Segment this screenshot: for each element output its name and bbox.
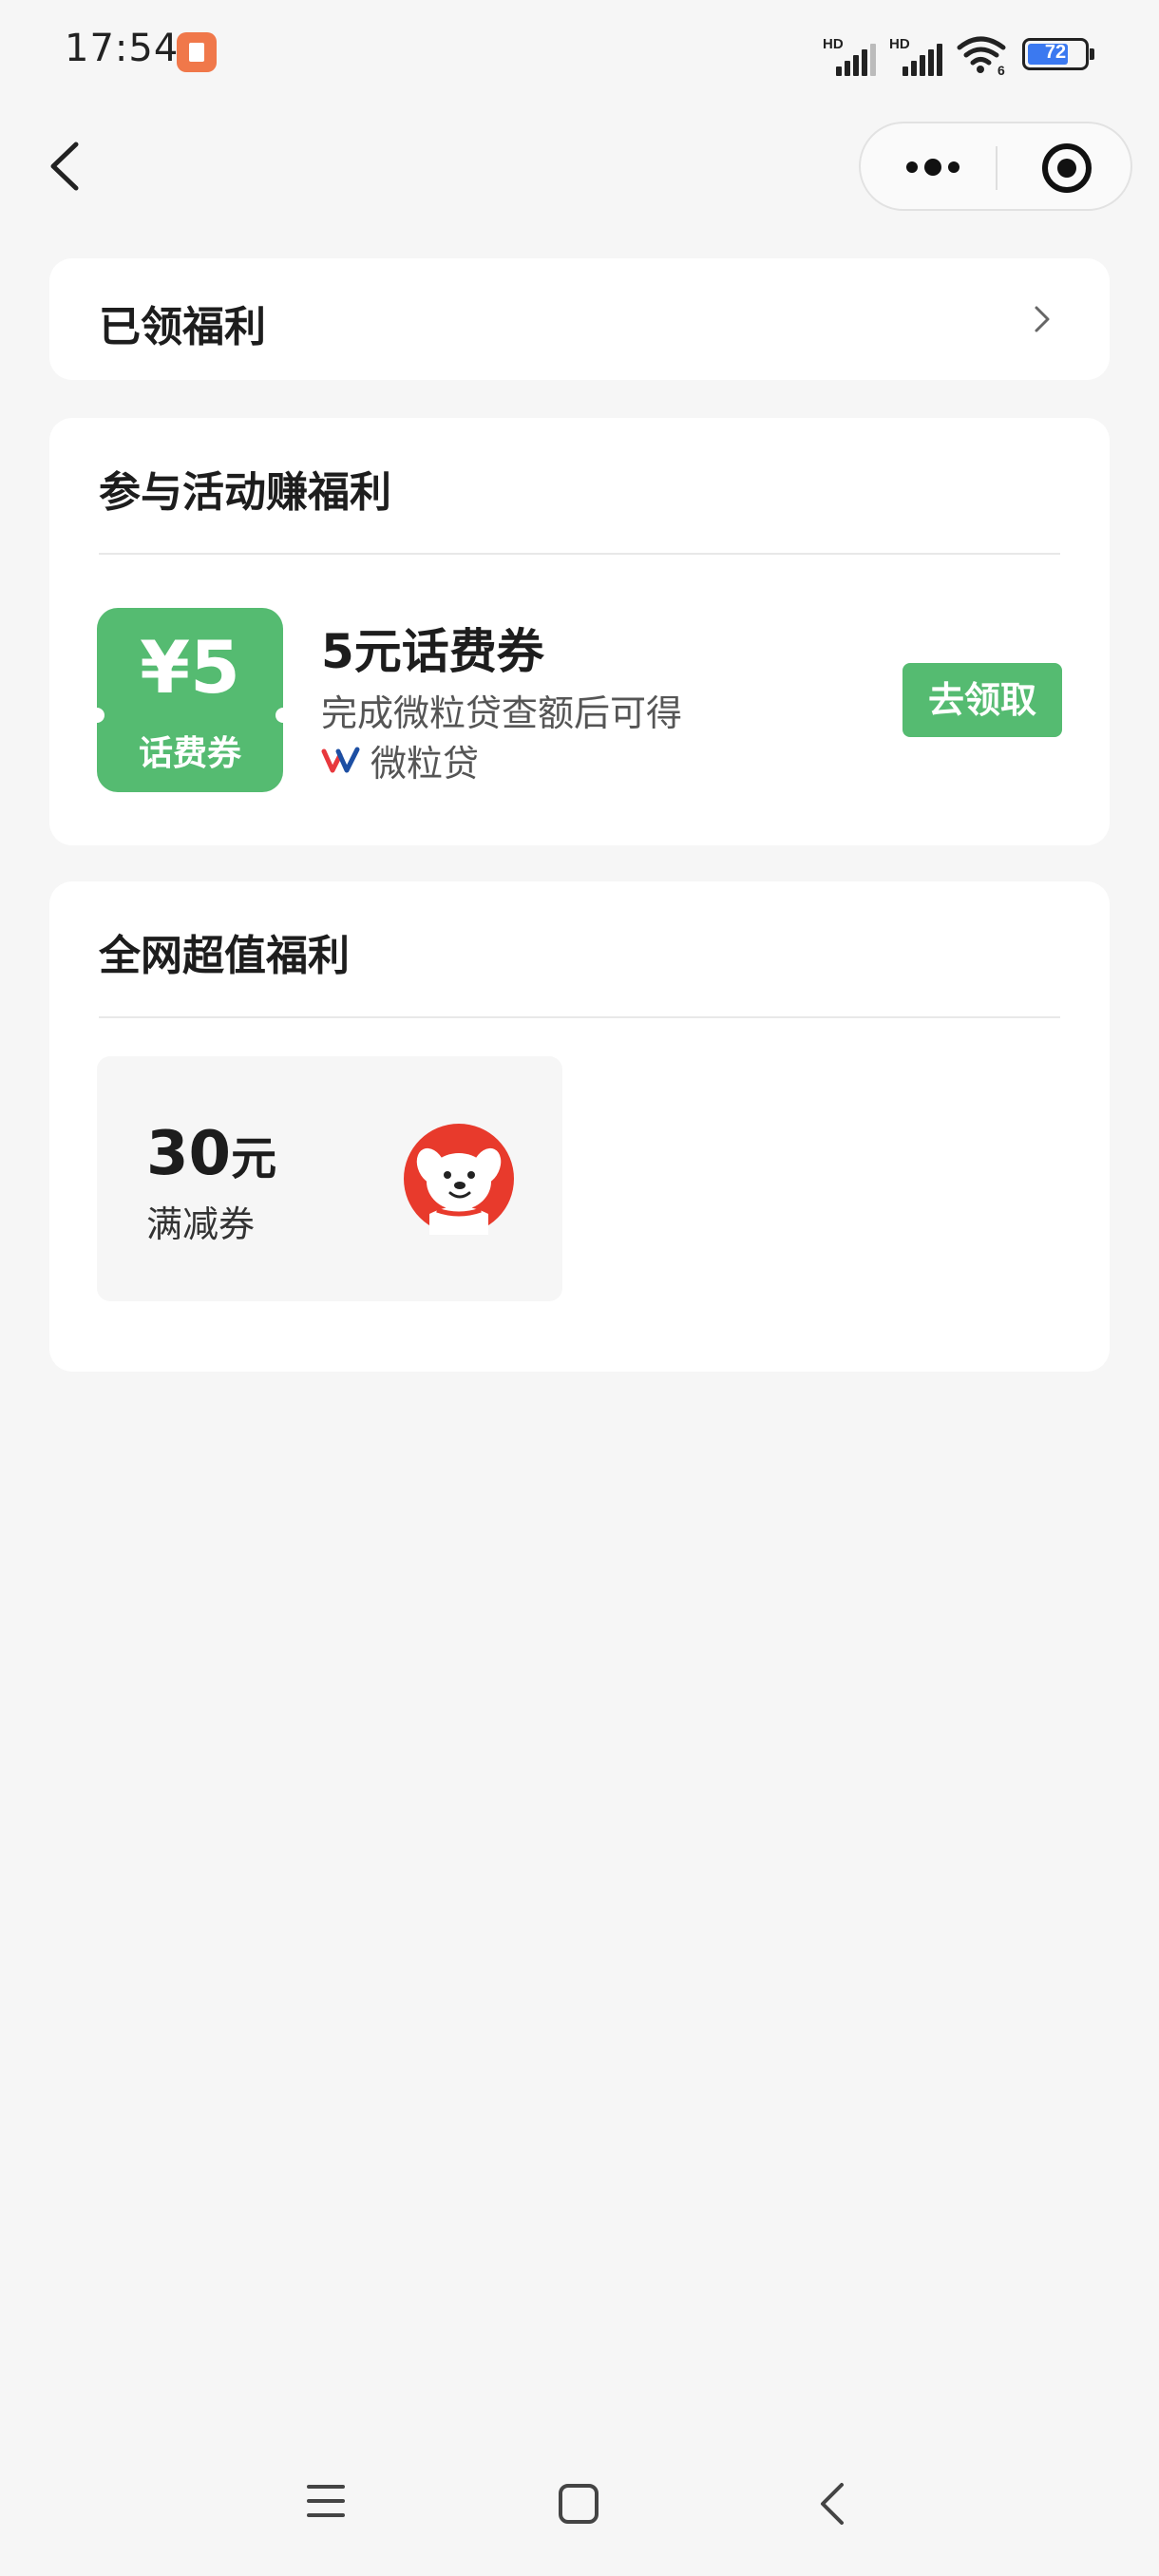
close-button[interactable] bbox=[1037, 139, 1096, 198]
notification-app-icon bbox=[177, 32, 217, 72]
system-menu-button[interactable] bbox=[304, 2481, 348, 2521]
target-close-icon bbox=[1042, 143, 1092, 193]
claimed-benefits-row[interactable]: 已领福利 bbox=[49, 258, 1110, 380]
capsule-divider bbox=[996, 146, 998, 190]
coupon-badge: ¥5 话费券 bbox=[97, 608, 283, 792]
battery-percent: 72 bbox=[1044, 42, 1067, 63]
deal-amount-unit: 元 bbox=[231, 1132, 277, 1185]
coupon-provider: 微粒贷 bbox=[321, 737, 480, 785]
home-square-icon bbox=[559, 2484, 598, 2524]
back-button[interactable] bbox=[42, 133, 89, 199]
back-chevron-icon bbox=[821, 2483, 844, 2525]
status-bar: 17:54 HD HD 6 72 bbox=[0, 0, 1159, 103]
battery-icon: 72 bbox=[1022, 38, 1094, 70]
activity-section-title: 参与活动赚福利 bbox=[99, 468, 391, 517]
system-home-button[interactable] bbox=[558, 2483, 599, 2525]
wifi-badge: 6 bbox=[998, 63, 1005, 76]
coupon-description: 完成微粒贷查额后可得 bbox=[321, 692, 683, 734]
system-back-button[interactable] bbox=[813, 2479, 851, 2529]
chevron-left-icon bbox=[50, 142, 79, 191]
wifi-icon: 6 bbox=[956, 34, 1009, 76]
section-divider bbox=[99, 553, 1060, 555]
weilidai-logo-icon bbox=[321, 747, 360, 773]
more-dots-icon bbox=[906, 159, 960, 176]
more-button[interactable] bbox=[899, 144, 975, 190]
mini-program-capsule bbox=[859, 122, 1132, 211]
status-time: 17:54 bbox=[65, 27, 180, 70]
network-section-title: 全网超值福利 bbox=[99, 932, 350, 980]
jd-mascot-icon bbox=[404, 1124, 514, 1235]
deal-amount-number: 30 bbox=[146, 1119, 232, 1189]
deal-tile[interactable]: 30 元 满减券 bbox=[97, 1056, 562, 1301]
chevron-right-icon bbox=[1035, 306, 1050, 332]
claimed-benefits-title: 已领福利 bbox=[99, 303, 266, 351]
menu-icon bbox=[307, 2485, 345, 2517]
status-indicators: HD HD 6 72 bbox=[823, 28, 1094, 76]
deal-label: 满减券 bbox=[146, 1203, 256, 1245]
cellular-signal-icon-2: HD bbox=[889, 36, 942, 76]
network-benefits-card: 全网超值福利 30 元 满减券 bbox=[49, 881, 1110, 1372]
section-divider-2 bbox=[99, 1016, 1060, 1018]
coupon-amount: ¥5 bbox=[140, 625, 240, 710]
deal-amount: 30 元 bbox=[146, 1119, 276, 1189]
activity-benefits-card: 参与活动赚福利 ¥5 话费券 5元话费券 完成微粒贷查额后可得 微粒贷 去领取 bbox=[49, 418, 1110, 845]
claim-button[interactable]: 去领取 bbox=[902, 663, 1062, 737]
cellular-signal-icon: HD bbox=[823, 36, 876, 76]
coupon-title: 5元话费券 bbox=[321, 624, 544, 679]
page: 17:54 HD HD 6 72 已领福利 参与活动赚福利 ¥5 话费券 5元话… bbox=[0, 0, 1159, 2576]
coupon-provider-name: 微粒贷 bbox=[370, 742, 480, 785]
coupon-kind: 话费券 bbox=[138, 734, 241, 773]
